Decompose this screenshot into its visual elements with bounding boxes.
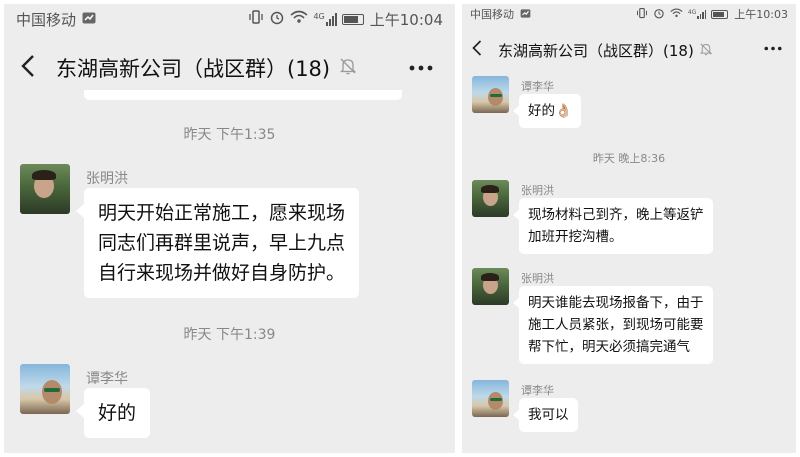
message-line: 我可以 [528,407,569,423]
clock-time: 上午10:03 [734,8,788,21]
message-line: 同志们再群里说声，早上九点 [98,232,346,254]
carrier-label: 中国移动 [16,10,77,29]
timestamp: 昨天 下午1:39 [183,327,276,343]
avatar[interactable] [472,76,509,113]
sender-name: 张明洪 [521,184,554,197]
avatar[interactable] [472,380,509,417]
message-line: 好的 [98,402,137,424]
network-type-label: 4G [313,11,325,21]
chat-header: 东湖高新公司（战区群）(18) [4,42,455,94]
clock-time: 上午10:04 [369,10,443,29]
message-bubble[interactable]: 明天谁能去现场报备下，由于 施工人员紧张，到现场可能要 帮下忙，明天必须搞完通气 [513,286,713,364]
avatar[interactable] [20,164,70,214]
sender-name: 张明洪 [86,171,128,187]
message-bubble[interactable]: 现场材料己到齐，晚上等返铲 加班开挖沟槽。 [513,198,713,254]
chart-icon [520,8,531,21]
vibrate-icon [248,9,264,29]
bell-off-icon [699,41,712,60]
back-icon[interactable] [18,51,48,86]
status-bar: 中国移动 4G 上午10 [4,4,455,34]
chat-screen-right: 中国移动 4G 上午10:03 东湖高新公司（战区群）(18) 谭李华 好的👌🏼… [462,4,796,453]
sender-name: 谭李华 [86,371,128,387]
bell-off-icon [340,57,357,79]
timestamp: 昨天 下午1:35 [183,127,276,143]
chat-title: 东湖高新公司（战区群）(18) [498,41,694,60]
message-line: 施工人员紧张，到现场可能要 [528,317,704,333]
message-bubble[interactable]: 好的 [75,388,151,438]
message-line: 现场材料己到齐，晚上等返铲 [528,207,704,223]
more-options-icon[interactable] [409,52,433,76]
message-bubble[interactable]: 我可以 [513,398,578,432]
message-line: 明天开始正常施工，愿来现场 [98,202,346,224]
message-line: 明天谁能去现场报备下，由于 [528,295,704,311]
message-line: 加班开挖沟槽。 [528,229,623,245]
previous-message-bubble [84,90,402,100]
back-icon[interactable] [470,38,492,63]
network-type-label: 4G [687,8,697,16]
chat-screen-left: 中国移动 4G 上午10:04 东湖高新公司（战区群）(18) 昨天 下午1:3… [4,4,455,453]
sender-name: 谭李华 [521,80,554,93]
avatar[interactable] [472,180,509,217]
vibrate-icon [636,7,648,22]
status-bar: 中国移动 4G 上午10 [462,4,796,24]
sender-name: 谭李华 [521,384,554,397]
cellular-signal-icon: 4G [687,8,707,19]
message-bubble[interactable]: 明天开始正常施工，愿来现场 同志们再群里说声，早上九点 自行来现场并做好自身防护… [75,188,360,298]
alarm-icon [653,7,665,22]
battery-icon [341,13,364,25]
message-line: 帮下忙，明天必须搞完通气 [528,339,690,355]
chat-header: 东湖高新公司（战区群）(18) [462,30,796,70]
avatar[interactable] [472,268,509,305]
more-options-icon[interactable] [764,36,782,55]
message-bubble[interactable]: 好的👌🏼 [513,94,581,128]
message-line: 自行来现场并做好自身防护。 [98,262,346,284]
alarm-icon [269,9,285,29]
cellular-signal-icon: 4G [313,11,337,26]
timestamp: 昨天 晚上8:36 [592,152,666,165]
wifi-icon [670,8,683,21]
sender-name: 张明洪 [521,272,554,285]
carrier-label: 中国移动 [470,8,514,21]
wifi-icon [290,10,308,28]
avatar[interactable] [20,364,70,414]
chat-title: 东湖高新公司（战区群）(18) [56,57,331,81]
chart-icon [82,10,96,28]
message-line: 好的👌🏼 [528,103,572,119]
battery-icon [711,9,729,19]
